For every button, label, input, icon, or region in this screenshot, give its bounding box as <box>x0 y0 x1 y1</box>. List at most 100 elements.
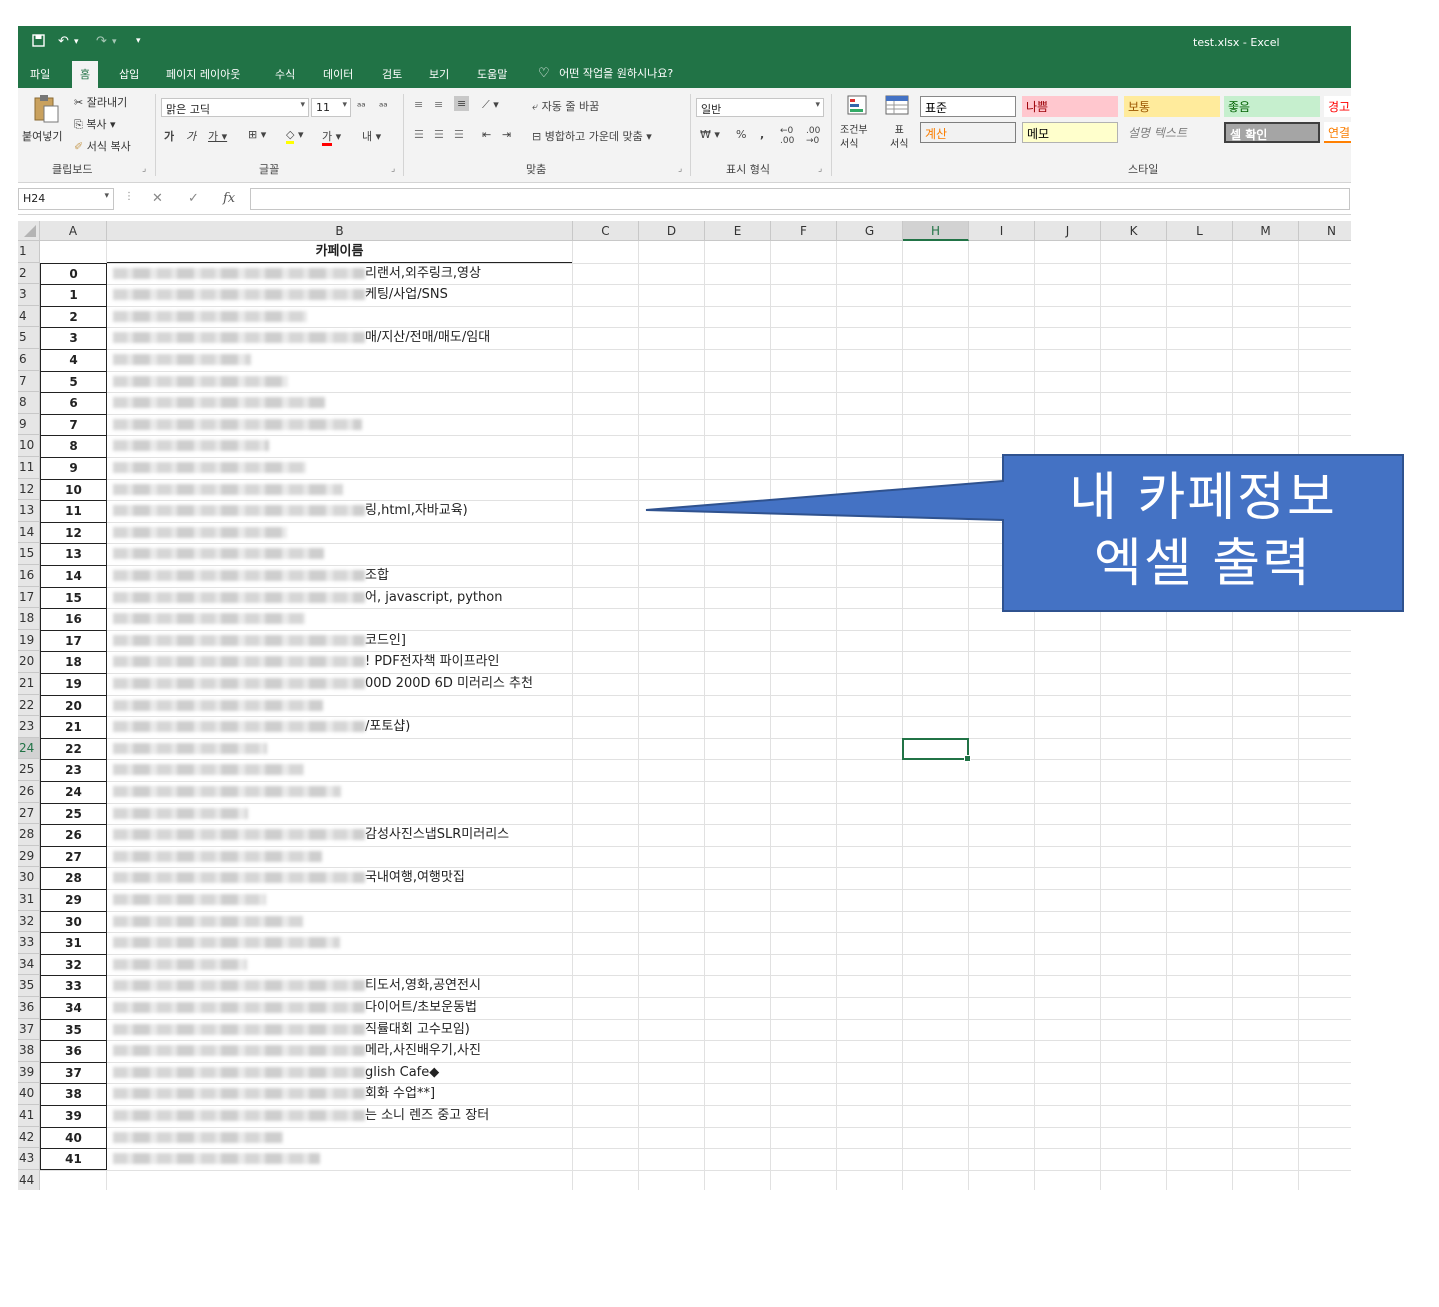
cafe-name-cell[interactable] <box>107 349 573 371</box>
insert-function-icon[interactable]: fx <box>223 191 235 206</box>
row-header-13[interactable]: 13 <box>18 500 40 522</box>
cafe-name-cell[interactable] <box>107 543 573 565</box>
cafe-name-cell[interactable]: 는 소니 렌즈 중고 장터 <box>107 1105 573 1127</box>
fill-handle[interactable] <box>964 755 971 763</box>
cafe-name-cell[interactable] <box>107 803 573 825</box>
cafe-name-cell[interactable] <box>107 306 573 328</box>
index-cell[interactable]: 35 <box>40 1018 107 1041</box>
copy-button[interactable]: ⎘ 복사 ▾ <box>74 116 116 132</box>
cafe-name-cell[interactable] <box>107 911 573 933</box>
tell-me-box[interactable]: ♡ 어떤 작업을 원하시나요? <box>538 65 673 81</box>
index-cell[interactable]: 2 <box>40 305 107 328</box>
row-header-11[interactable]: 11 <box>18 457 40 479</box>
cafe-name-cell[interactable] <box>107 889 573 911</box>
merge-center-button[interactable]: ⊟ 병합하고 가운데 맞춤 ▾ <box>532 128 652 144</box>
decrease-indent-button[interactable]: ⇤ <box>482 128 491 141</box>
column-header-c[interactable]: C <box>573 221 639 241</box>
column-header-g[interactable]: G <box>837 221 903 241</box>
conditional-format-button[interactable]: 조건부 서식 <box>838 94 878 154</box>
row-header-10[interactable]: 10 <box>18 435 40 457</box>
active-cell[interactable] <box>902 737 971 763</box>
comma-style-button[interactable]: , <box>760 128 764 141</box>
index-cell[interactable]: 6 <box>40 392 107 414</box>
row-header-12[interactable]: 12 <box>18 478 40 501</box>
wrap-text-button[interactable]: ⤶ 자동 줄 바꿈 <box>532 98 599 114</box>
index-cell[interactable]: 5 <box>40 370 107 393</box>
cell-style-5[interactable]: 계산 <box>920 122 1016 143</box>
cafe-name-cell[interactable] <box>107 738 573 760</box>
row-header-18[interactable]: 18 <box>18 608 40 630</box>
row-header-9[interactable]: 9 <box>18 413 40 436</box>
index-cell[interactable]: 0 <box>40 262 107 285</box>
column-header-l[interactable]: L <box>1167 221 1233 241</box>
index-cell[interactable]: 13 <box>40 543 107 565</box>
index-cell[interactable]: 40 <box>40 1126 107 1149</box>
column-header-k[interactable]: K <box>1101 221 1167 241</box>
row-header-37[interactable]: 37 <box>18 1018 40 1041</box>
index-cell[interactable]: 17 <box>40 629 107 652</box>
cell-style-3[interactable]: 좋음 <box>1224 96 1320 117</box>
cafe-name-cell[interactable] <box>107 846 573 868</box>
row-header-21[interactable]: 21 <box>18 673 40 695</box>
row-header-14[interactable]: 14 <box>18 521 40 544</box>
row-header-42[interactable]: 42 <box>18 1126 40 1149</box>
index-cell[interactable]: 26 <box>40 824 107 846</box>
cafe-name-cell[interactable] <box>107 371 573 393</box>
tab-home[interactable]: 홈 <box>72 61 99 88</box>
row-header-7[interactable]: 7 <box>18 370 40 393</box>
index-cell[interactable]: 27 <box>40 845 107 868</box>
cell-style-2[interactable]: 보통 <box>1124 96 1220 117</box>
select-all-corner[interactable] <box>18 221 40 241</box>
row-header-29[interactable]: 29 <box>18 845 40 868</box>
cafe-name-cell[interactable]: 다이어트/초보운동법 <box>107 997 573 1019</box>
decrease-decimal-button[interactable]: .00 →0 <box>806 126 820 146</box>
index-cell[interactable]: 39 <box>40 1105 107 1127</box>
grow-font-button[interactable]: ᵃᵃ <box>357 100 366 113</box>
format-as-table-button[interactable]: 표 서식 <box>880 94 916 154</box>
row-header-17[interactable]: 17 <box>18 586 40 609</box>
cafe-name-cell[interactable] <box>107 932 573 954</box>
cafe-name-cell[interactable]: 조합 <box>107 565 573 587</box>
row-header-39[interactable]: 39 <box>18 1061 40 1084</box>
row-header-6[interactable]: 6 <box>18 349 40 371</box>
borders-button[interactable]: ⊞ ▾ <box>248 128 266 141</box>
alignment-launcher-icon[interactable]: ⌟ <box>678 164 682 174</box>
row-header-16[interactable]: 16 <box>18 565 40 587</box>
row-header-20[interactable]: 20 <box>18 651 40 673</box>
cafe-name-cell[interactable]: 링,html,자바교육) <box>107 500 573 522</box>
accounting-format-button[interactable]: ₩ ▾ <box>700 128 720 141</box>
bold-button[interactable]: 가 <box>164 128 174 144</box>
index-cell[interactable]: 12 <box>40 521 107 544</box>
cafe-name-cell[interactable] <box>107 1127 573 1149</box>
increase-decimal-button[interactable]: ←0.00 <box>780 126 794 146</box>
column-header-m[interactable]: M <box>1233 221 1299 241</box>
tab-page-layout[interactable]: 페이지 레이아웃 <box>166 66 240 82</box>
column-header-h[interactable]: H <box>903 221 969 241</box>
cafe-name-cell[interactable] <box>107 392 573 414</box>
index-cell[interactable]: 32 <box>40 953 107 976</box>
font-size-combo[interactable]: 11 ▾ <box>311 98 351 117</box>
cell-style-9[interactable]: 연결 <box>1324 122 1351 143</box>
column-header-b[interactable]: B <box>107 221 573 241</box>
cafe-name-cell[interactable]: glish Cafe◆ <box>107 1062 573 1084</box>
customize-qat-icon[interactable]: ▾ <box>136 36 141 46</box>
row-header-23[interactable]: 23 <box>18 716 40 738</box>
tab-view[interactable]: 보기 <box>429 66 449 82</box>
index-cell[interactable]: 11 <box>40 500 107 522</box>
undo-icon[interactable]: ↶ <box>58 34 69 49</box>
italic-button[interactable]: 가 <box>186 128 196 144</box>
align-bottom-button[interactable]: ≡ <box>454 96 470 111</box>
font-color-button[interactable]: 가 ▾ <box>322 128 341 146</box>
header-cell-cafe-name[interactable]: 카페이름 <box>107 241 573 263</box>
cafe-name-cell[interactable] <box>107 1148 573 1170</box>
cafe-name-cell[interactable]: 리랜서,외주링크,영상 <box>107 263 573 285</box>
index-cell[interactable]: 31 <box>40 932 107 954</box>
index-cell[interactable]: 28 <box>40 867 107 889</box>
row-header-19[interactable]: 19 <box>18 629 40 652</box>
row-header-22[interactable]: 22 <box>18 694 40 717</box>
percent-style-button[interactable]: % <box>736 128 746 141</box>
enter-icon[interactable]: ✓ <box>188 191 199 206</box>
index-cell[interactable]: 38 <box>40 1083 107 1105</box>
cafe-name-cell[interactable] <box>107 954 573 976</box>
orientation-button[interactable]: ⟋ ▾ <box>482 98 499 112</box>
